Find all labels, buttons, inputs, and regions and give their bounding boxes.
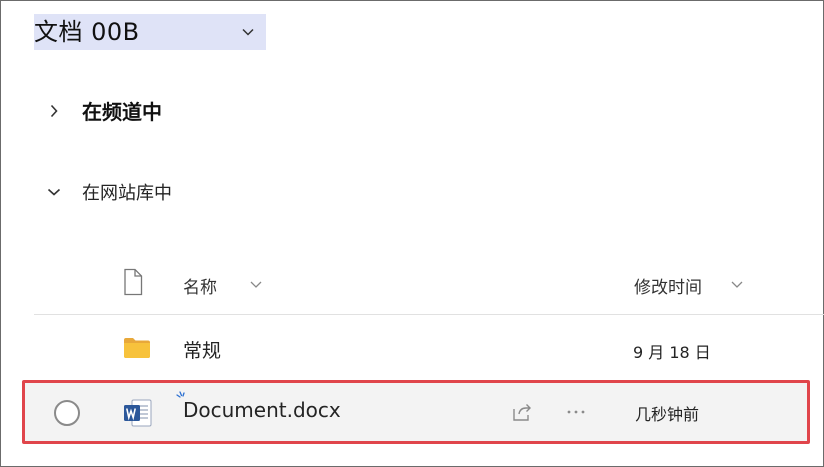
section-label: 在频道中 (82, 100, 162, 124)
table-row-selected[interactable]: Document.docx 几秒钟前 (22, 380, 810, 444)
column-name[interactable]: 名称 (183, 273, 217, 298)
chevron-down-icon (242, 28, 254, 36)
column-header-row: 名称 修改时间 (0, 266, 824, 302)
word-icon (124, 399, 152, 427)
chevron-right-icon (50, 104, 58, 117)
share-icon[interactable] (511, 401, 533, 423)
chevron-down-icon[interactable] (248, 276, 264, 292)
section-label: 在网站库中 (82, 183, 172, 204)
file-type-icon[interactable] (122, 268, 144, 296)
folder-icon (124, 338, 150, 358)
section-in-channel[interactable]: 在频道中 (46, 96, 162, 125)
more-options-icon[interactable] (565, 401, 587, 423)
item-modified: 几秒钟前 (635, 405, 700, 424)
chevron-down-icon (47, 188, 61, 196)
column-modified[interactable]: 修改时间 (634, 273, 702, 298)
table-row[interactable]: 常规 9 月 18 日 (0, 322, 824, 372)
row-select-checkbox[interactable] (54, 400, 80, 426)
section-in-site-library[interactable]: 在网站库中 (46, 179, 172, 205)
chevron-down-icon[interactable] (729, 276, 745, 292)
header-divider (34, 314, 824, 315)
item-modified: 9 月 18 日 (633, 343, 711, 362)
library-title: 文档 00B (34, 18, 140, 46)
item-name[interactable]: 常规 (183, 336, 221, 363)
item-name[interactable]: Document.docx (183, 398, 341, 422)
library-switcher[interactable]: 文档 00B (34, 14, 266, 50)
